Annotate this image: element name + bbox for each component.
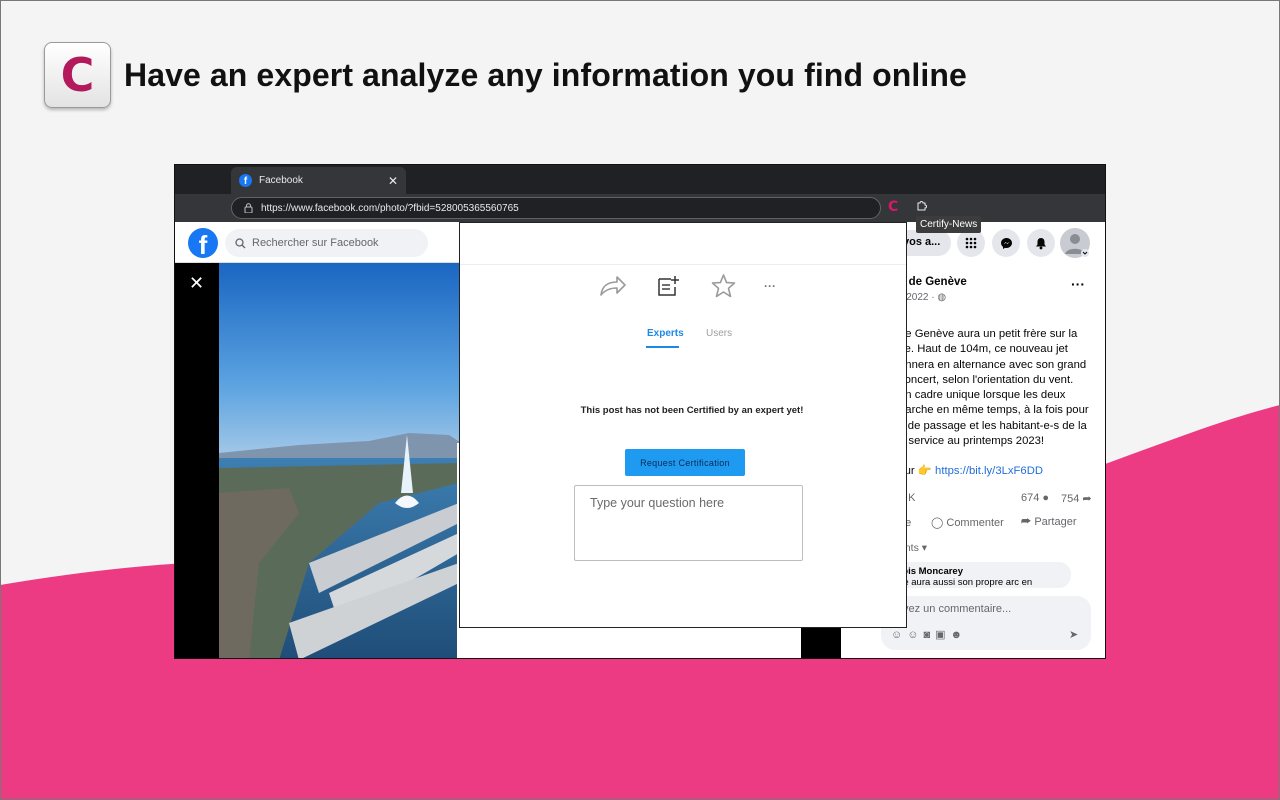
lock-icon [244, 203, 253, 213]
share-icon: ⮫ [1021, 516, 1032, 528]
messenger-icon[interactable] [992, 229, 1020, 257]
globe-icon: ◍ [937, 292, 947, 303]
tab-close-icon[interactable]: ✕ [388, 174, 398, 188]
comment-button[interactable]: ◯ Commenter [931, 516, 1004, 529]
url-text: https://www.facebook.com/photo/?fbid=528… [261, 202, 519, 214]
panel-divider [460, 264, 906, 265]
comment-bubble-icon: ● [1042, 492, 1050, 504]
comment-tools-icons[interactable]: ☺☺◙▣☻ [891, 628, 967, 641]
chevron-down-icon: ▾ [921, 542, 928, 554]
facebook-search-input[interactable]: Rechercher sur Facebook [225, 229, 428, 257]
browser-tab-facebook[interactable]: f Facebook ✕ [231, 167, 406, 194]
post-line: narche en même temps, à la fois pour [899, 404, 1089, 417]
post-link-line: sur 👉 https://bit.ly/3LxF6DD [899, 464, 1099, 479]
post-line: s de passage et les habitant-e-s de la [899, 419, 1087, 432]
extension-puzzle-icon[interactable] [916, 199, 928, 214]
request-certification-button[interactable]: Request Certification [625, 449, 745, 476]
photo-close-icon[interactable]: ✕ [189, 273, 204, 294]
comment-input[interactable]: vez un commentaire... ☺☺◙▣☻ ➤ [881, 596, 1091, 650]
post-line: n service au printemps 2023! [899, 435, 1045, 448]
post-line: de Genève aura un petit frère sur la [899, 328, 1078, 340]
shares-count[interactable]: 754 ➦ [1061, 492, 1092, 505]
certify-logo-icon: C [44, 42, 111, 108]
commenter-name[interactable]: çois Moncarey [897, 566, 1061, 577]
certify-extension-icon[interactable]: C [888, 199, 898, 215]
page-content: f Rechercher sur Facebook ✕ vos a... e d… [175, 222, 1105, 658]
comment-icon: ◯ [931, 517, 944, 529]
question-input[interactable] [574, 485, 803, 561]
post-line: ite. Haut de 104m, ce nouveau jet [899, 343, 1068, 356]
tab-experts[interactable]: Experts [647, 328, 684, 339]
post-text: de Genève aura un petit frère sur la ite… [899, 327, 1099, 480]
address-bar[interactable]: https://www.facebook.com/photo/?fbid=528… [231, 197, 881, 219]
certification-status: This post has not been Certified by an e… [580, 405, 804, 416]
post-line: concert, selon l'orientation du vent. [899, 373, 1074, 386]
share-arrow-icon: ➦ [1082, 493, 1092, 505]
comment-placeholder: vez un commentaire... [903, 603, 1012, 615]
headline: C Have an expert analyze any information… [44, 42, 967, 108]
comments-count[interactable]: 674 ● [1021, 492, 1049, 504]
share-arrow-icon[interactable] [598, 273, 628, 299]
browser-window: f Facebook ✕ https://www.facebook.com/ph… [174, 164, 1106, 659]
logo-letter: C [60, 48, 95, 102]
comment-item: çois Moncarey ille aura aussi son propre… [887, 562, 1071, 588]
page-name[interactable]: e de Genève [899, 276, 967, 288]
facebook-favicon-icon: f [239, 174, 252, 187]
tab-title: Facebook [259, 175, 303, 186]
notifications-bell-icon[interactable] [1027, 229, 1055, 257]
headline-text: Have an expert analyze any information y… [124, 56, 967, 93]
facebook-logo-icon[interactable]: f [188, 228, 218, 258]
add-note-icon[interactable] [656, 273, 682, 299]
certify-panel: ··· Experts Users This post has not been… [459, 222, 907, 628]
star-icon[interactable] [710, 273, 737, 299]
post-line: un cadre unique lorsque les deux [899, 389, 1066, 402]
menu-grid-icon[interactable] [957, 229, 985, 257]
active-tab-indicator [646, 346, 679, 348]
send-icon[interactable]: ➤ [1069, 628, 1078, 641]
search-placeholder: Rechercher sur Facebook [252, 237, 379, 249]
search-icon [235, 237, 246, 248]
extension-tooltip: Certify-News [916, 216, 982, 233]
post-more-icon[interactable]: ··· [1071, 276, 1085, 292]
post-link[interactable]: https://bit.ly/3LxF6DD [935, 465, 1043, 477]
comment-text: ille aura aussi son propre arc en [897, 577, 1033, 588]
share-button[interactable]: ⮫ Partager [1021, 516, 1077, 529]
post-line: onnera en alternance avec son grand [899, 358, 1087, 371]
tab-users[interactable]: Users [706, 328, 732, 339]
account-avatar-icon[interactable] [1060, 228, 1090, 258]
more-options-icon[interactable]: ··· [764, 279, 776, 293]
